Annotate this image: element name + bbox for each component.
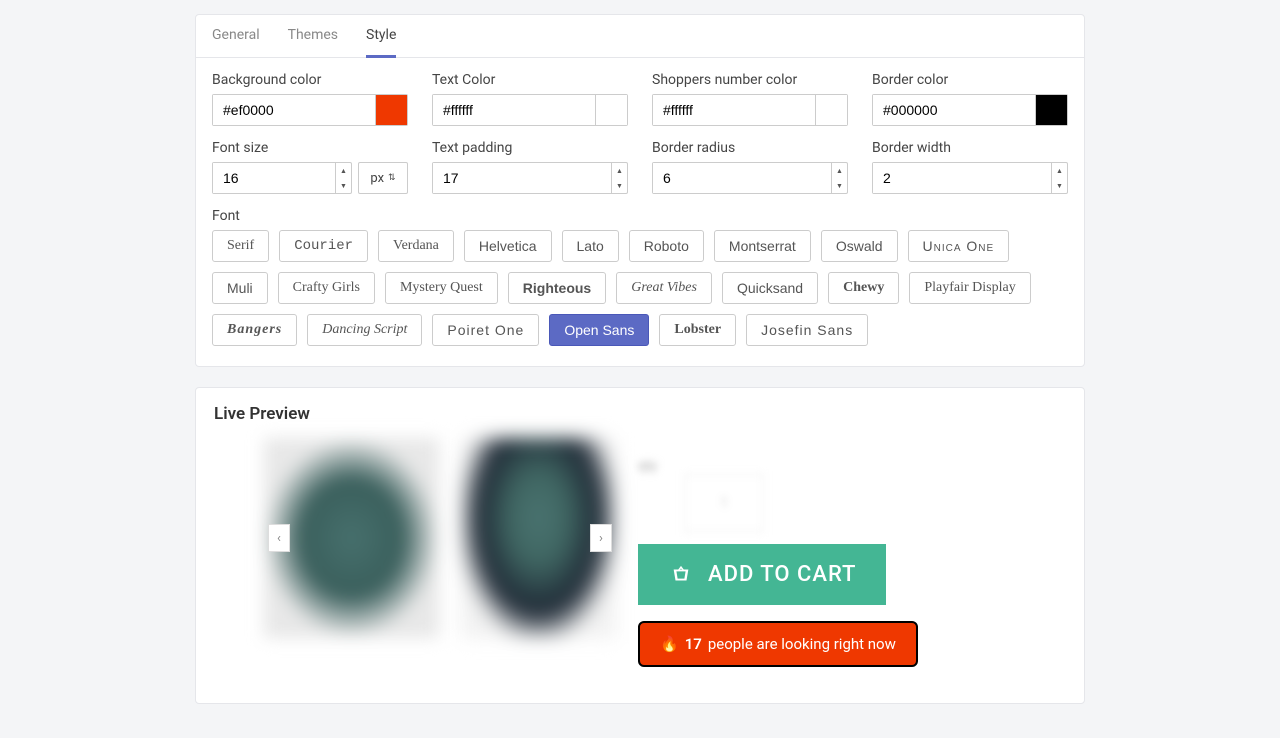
font-courier[interactable]: Courier xyxy=(279,230,368,262)
qty-box-blur: 1 xyxy=(684,474,764,532)
shoppers-swatch[interactable] xyxy=(815,95,847,125)
fontsize-input[interactable] xyxy=(213,163,335,193)
bwidth-input[interactable] xyxy=(873,163,1051,193)
bordercolor-label: Border color xyxy=(872,72,1068,88)
bgcolor-input[interactable] xyxy=(213,95,375,125)
counter-text: people are looking right now xyxy=(708,635,896,653)
bordercolor-input[interactable] xyxy=(873,95,1035,125)
style-panel: General Themes Style Background color Te… xyxy=(195,14,1085,367)
shoppers-input[interactable] xyxy=(653,95,815,125)
textcolor-input[interactable] xyxy=(433,95,595,125)
qty-label-blur: qty xyxy=(638,458,657,474)
font-serif[interactable]: Serif xyxy=(212,230,269,262)
bwidth-stepper[interactable]: ▲▼ xyxy=(1051,163,1067,193)
textcolor-swatch[interactable] xyxy=(595,95,627,125)
font-righteous[interactable]: Righteous xyxy=(508,272,606,304)
font-craftygirls[interactable]: Crafty Girls xyxy=(278,272,375,304)
tab-style[interactable]: Style xyxy=(366,15,396,58)
font-josefin[interactable]: Josefin Sans xyxy=(746,314,868,346)
counter-number: 17 xyxy=(685,635,702,653)
carousel-prev-icon[interactable]: ‹ xyxy=(268,524,290,552)
font-helvetica[interactable]: Helvetica xyxy=(464,230,552,262)
font-verdana[interactable]: Verdana xyxy=(378,230,454,262)
padding-stepper[interactable]: ▲▼ xyxy=(611,163,627,193)
bordercolor-swatch[interactable] xyxy=(1035,95,1067,125)
font-dancingscript[interactable]: Dancing Script xyxy=(307,314,422,346)
fire-icon: 🔥 xyxy=(660,635,679,653)
bgcolor-swatch[interactable] xyxy=(375,95,407,125)
carousel-next-icon[interactable]: › xyxy=(590,524,612,552)
font-greatvibes[interactable]: Great Vibes xyxy=(616,272,712,304)
font-montserrat[interactable]: Montserrat xyxy=(714,230,811,262)
add-to-cart-button[interactable]: ADD TO CART xyxy=(638,544,886,605)
preview-image-alt: › xyxy=(461,438,616,638)
font-bangers[interactable]: Bangers xyxy=(212,314,297,346)
font-roboto[interactable]: Roboto xyxy=(629,230,704,262)
bwidth-label: Border width xyxy=(872,140,1068,156)
fontsize-stepper[interactable]: ▲▼ xyxy=(335,163,351,193)
fontsize-label: Font size xyxy=(212,140,408,156)
style-content: Background color Text Color Shoppers num… xyxy=(196,58,1084,366)
font-muli[interactable]: Muli xyxy=(212,272,268,304)
font-chewy[interactable]: Chewy xyxy=(828,272,899,304)
bgcolor-label: Background color xyxy=(212,72,408,88)
radius-stepper[interactable]: ▲▼ xyxy=(831,163,847,193)
font-playfair[interactable]: Playfair Display xyxy=(909,272,1030,304)
shoppers-label: Shoppers number color xyxy=(652,72,848,88)
preview-title: Live Preview xyxy=(196,388,1084,424)
tab-themes[interactable]: Themes xyxy=(288,15,338,57)
font-opensans[interactable]: Open Sans xyxy=(549,314,649,346)
padding-label: Text padding xyxy=(432,140,628,156)
preview-panel: Live Preview ‹ › qty 1 ADD TO CART 🔥 17 p… xyxy=(195,387,1085,704)
font-lato[interactable]: Lato xyxy=(562,230,619,262)
font-lobster[interactable]: Lobster xyxy=(659,314,736,346)
tabs: General Themes Style xyxy=(196,15,1084,58)
font-poiretone[interactable]: Poiret One xyxy=(432,314,539,346)
radius-input[interactable] xyxy=(653,163,831,193)
font-quicksand[interactable]: Quicksand xyxy=(722,272,818,304)
tab-general[interactable]: General xyxy=(212,15,260,57)
add-to-cart-label: ADD TO CART xyxy=(708,562,856,587)
basket-icon xyxy=(668,564,694,586)
live-counter-badge: 🔥 17 people are looking right now xyxy=(638,621,918,667)
font-grid: Serif Courier Verdana Helvetica Lato Rob… xyxy=(212,230,1068,346)
padding-input[interactable] xyxy=(433,163,611,193)
radius-label: Border radius xyxy=(652,140,848,156)
font-oswald[interactable]: Oswald xyxy=(821,230,898,262)
font-unicaone[interactable]: Unica One xyxy=(908,230,1010,262)
font-mysteryquest[interactable]: Mystery Quest xyxy=(385,272,498,304)
fontsize-unit[interactable]: px⇅ xyxy=(358,162,408,194)
preview-image-main: ‹ xyxy=(264,438,439,638)
font-label: Font xyxy=(212,208,1068,224)
textcolor-label: Text Color xyxy=(432,72,628,88)
